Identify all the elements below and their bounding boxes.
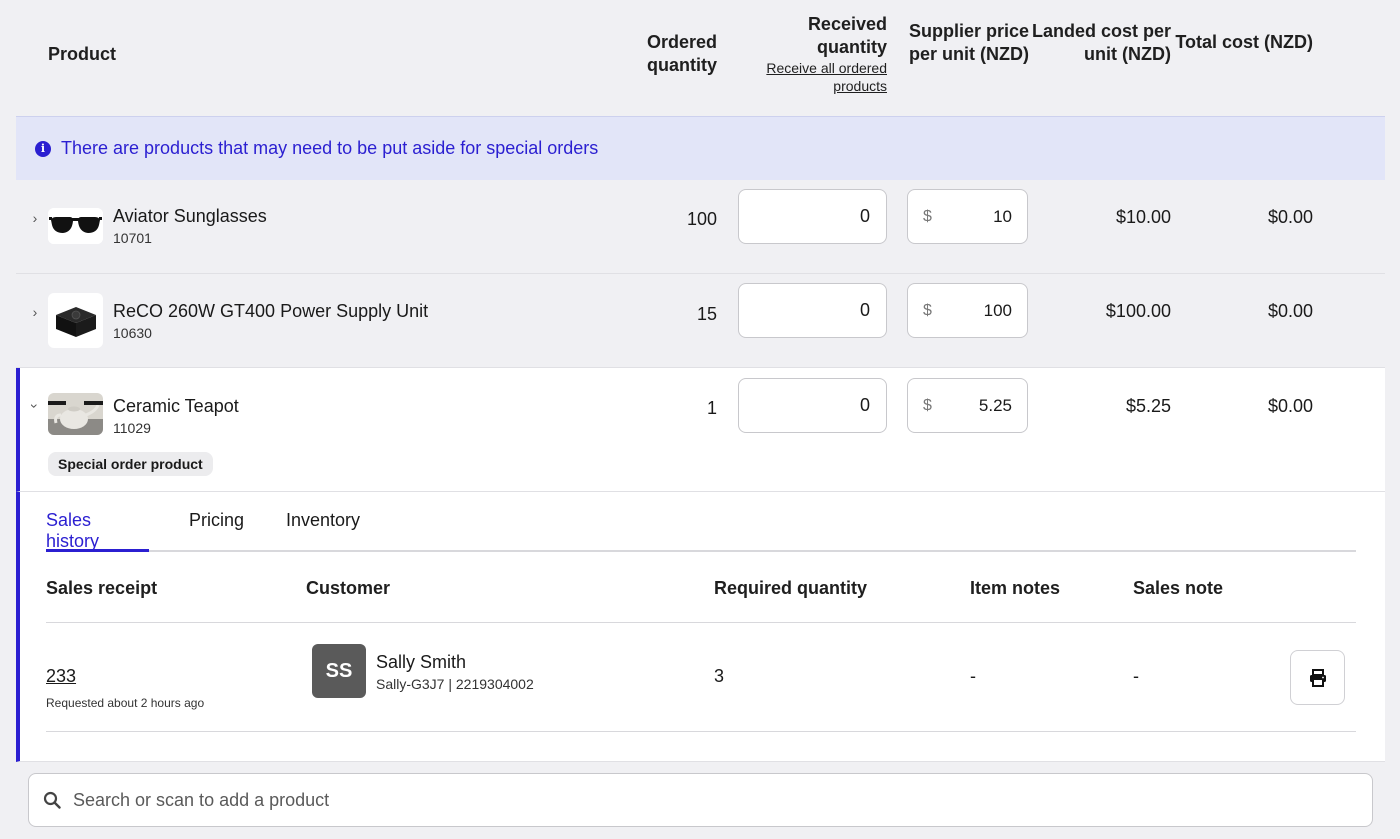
chevron-right-icon[interactable]: › — [28, 304, 42, 320]
product-sku: 10630 — [113, 325, 152, 341]
total-cost: $0.00 — [1267, 301, 1313, 321]
search-icon — [43, 791, 61, 809]
supplier-price-value: 100 — [983, 300, 1012, 320]
landed-cost: $5.25 — [1125, 396, 1171, 416]
column-header-required-quantity: Required quantity — [714, 578, 868, 598]
customer-details: Sally-G3J7 | 2219304002 — [376, 676, 534, 692]
chevron-right-icon[interactable]: › — [28, 210, 42, 226]
tab-inventory[interactable]: Inventory — [286, 510, 360, 552]
product-thumbnail — [48, 393, 103, 435]
received-quantity-label: Received quantity — [807, 14, 887, 57]
product-search-box[interactable] — [28, 773, 1373, 827]
product-thumbnail — [48, 293, 103, 348]
received-quantity-value: 0 — [859, 206, 870, 226]
tab-sales-history[interactable]: Sales history — [46, 510, 149, 552]
printer-icon — [1309, 668, 1326, 687]
supplier-price-input[interactable]: $ 10 — [907, 189, 1028, 244]
column-header-total-cost: Total cost (NZD) — [1175, 32, 1313, 52]
column-header-item-notes: Item notes — [970, 578, 1061, 598]
supplier-price-input[interactable]: $ 100 — [907, 283, 1028, 338]
avatar: SS — [312, 644, 366, 698]
column-header-supplier-price: Supplier price per unit (NZD) — [908, 21, 1029, 64]
supplier-price-value: 5.25 — [978, 395, 1012, 415]
ordered-quantity: 15 — [696, 304, 717, 324]
receive-all-link[interactable]: Receive all ordered products — [747, 59, 887, 95]
column-header-ordered-quantity: Ordered quantity — [646, 32, 717, 75]
currency-symbol: $ — [923, 396, 932, 414]
print-button[interactable] — [1290, 650, 1345, 705]
product-row-expanded: › Ceramic Teapot 11029 1 0 $ 5.25 $5.25 … — [16, 368, 1385, 492]
product-sku: 10701 — [113, 230, 152, 246]
currency-symbol: $ — [923, 207, 932, 225]
divider — [46, 622, 1356, 623]
product-name: Aviator Sunglasses — [113, 206, 267, 226]
ordered-quantity: 1 — [706, 398, 717, 418]
total-cost: $0.00 — [1267, 396, 1313, 416]
supplier-price-input[interactable]: $ 5.25 — [907, 378, 1028, 433]
product-search-input[interactable] — [73, 789, 1273, 811]
product-name: ReCO 260W GT400 Power Supply Unit — [113, 301, 429, 321]
product-thumbnail — [48, 208, 103, 244]
landed-cost: $10.00 — [1115, 207, 1171, 227]
received-quantity-input[interactable]: 0 — [738, 283, 887, 338]
divider — [46, 731, 1356, 732]
received-quantity-value: 0 — [859, 300, 870, 320]
chevron-down-icon[interactable]: › — [27, 399, 43, 413]
product-sku: 11029 — [113, 420, 151, 436]
banner-text: There are products that may need to be p… — [61, 138, 599, 158]
currency-symbol: $ — [923, 301, 932, 319]
column-header-landed-cost: Landed cost per unit (NZD) — [1031, 21, 1171, 64]
item-notes-value: - — [970, 666, 976, 686]
column-header-product: Product — [48, 44, 117, 64]
detail-tabs: Sales history Pricing Inventory — [46, 492, 1356, 552]
product-row: › ReCO 260W GT400 Power Supply Unit 1063… — [16, 274, 1385, 368]
search-container — [16, 762, 1385, 839]
teapot-icon — [48, 393, 103, 435]
landed-cost: $100.00 — [1105, 301, 1171, 321]
ordered-quantity: 100 — [686, 209, 717, 229]
info-icon: i — [35, 140, 51, 157]
special-order-badge: Special order product — [48, 452, 213, 476]
required-quantity-value: 3 — [714, 666, 725, 686]
received-quantity-input[interactable]: 0 — [738, 378, 887, 433]
product-row: › Aviator Sunglasses 10701 100 0 $ 10 $1… — [16, 180, 1385, 274]
column-header-sales-note: Sales note — [1133, 578, 1224, 598]
received-quantity-value: 0 — [859, 395, 870, 415]
sales-note-value: - — [1133, 666, 1139, 686]
power-supply-icon — [55, 306, 96, 337]
sunglasses-icon — [48, 208, 103, 244]
column-header-sales-receipt: Sales receipt — [46, 578, 158, 598]
customer-name: Sally Smith — [376, 652, 467, 672]
special-order-banner: i There are products that may need to be… — [16, 116, 1385, 180]
supplier-price-value: 10 — [993, 206, 1012, 226]
requested-time: Requested about 2 hours ago — [46, 696, 205, 710]
product-detail-panel: Sales history Pricing Inventory Sales re… — [16, 492, 1385, 762]
column-header-received-quantity: Received quantity Receive all ordered pr… — [747, 13, 887, 95]
total-cost: $0.00 — [1267, 207, 1313, 227]
received-quantity-input[interactable]: 0 — [738, 189, 887, 244]
table-header: Product Ordered quantity Received quanti… — [16, 0, 1385, 116]
column-header-customer: Customer — [306, 578, 391, 598]
product-name: Ceramic Teapot — [113, 396, 239, 416]
sales-receipt-link[interactable]: 233 — [46, 666, 76, 687]
tab-pricing[interactable]: Pricing — [189, 510, 244, 552]
